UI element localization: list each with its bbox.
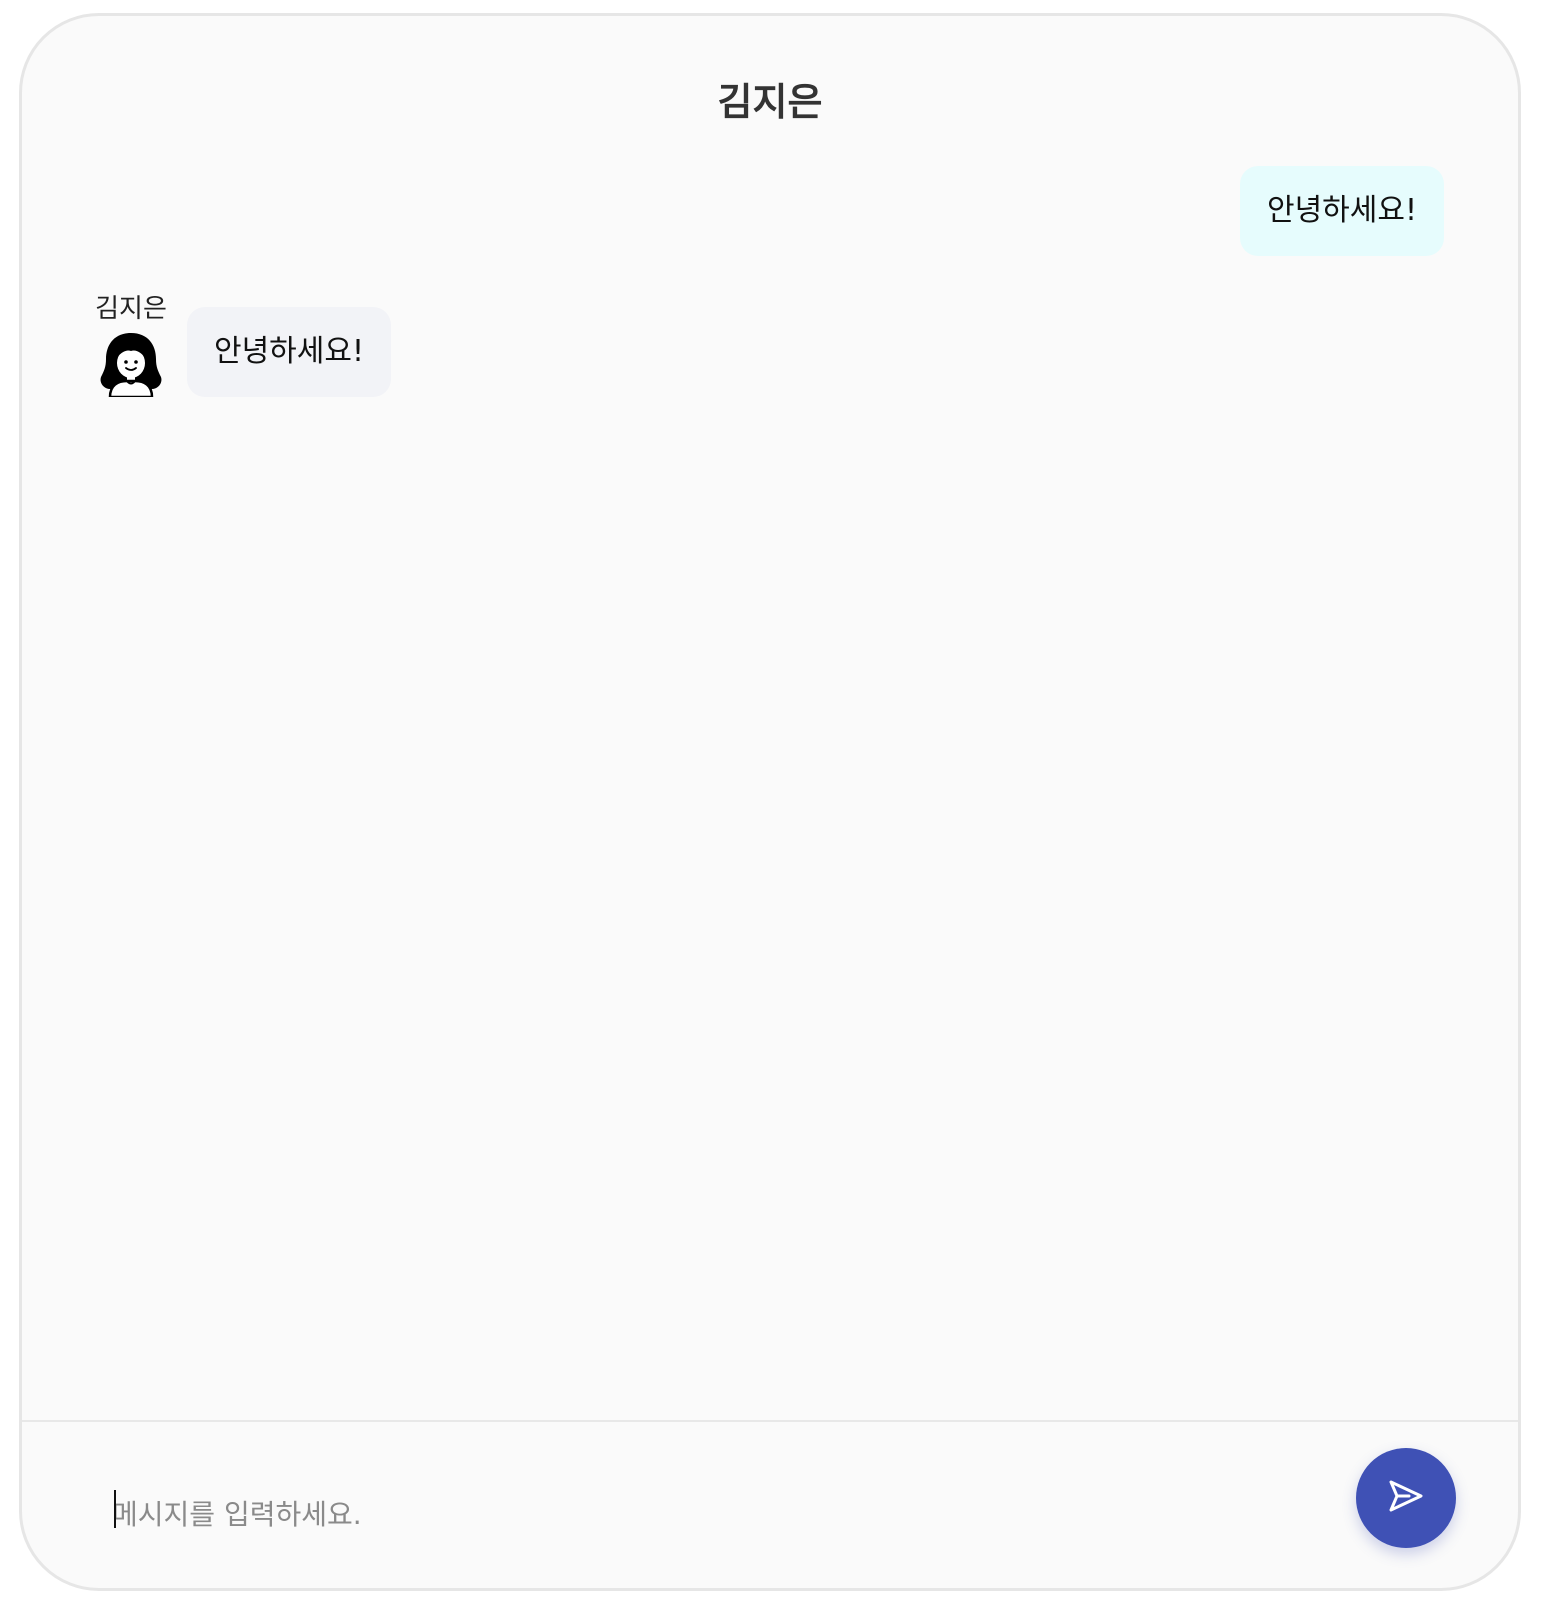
send-icon: [1386, 1476, 1426, 1520]
composer-divider: [22, 1420, 1518, 1422]
message-input[interactable]: [112, 1486, 1262, 1542]
woman-avatar-icon: [100, 331, 162, 399]
text-caret: [114, 1490, 116, 1528]
chat-header-title: 김지은: [717, 80, 823, 124]
received-message-bubble: 안녕하세요!: [187, 307, 391, 397]
sender-name: 김지은: [95, 294, 167, 324]
chat-window: 김지은 안녕하세요! 김지은 안녕하세요!: [19, 13, 1521, 1591]
send-button[interactable]: [1356, 1448, 1456, 1548]
sent-message-bubble: 안녕하세요!: [1240, 166, 1444, 256]
